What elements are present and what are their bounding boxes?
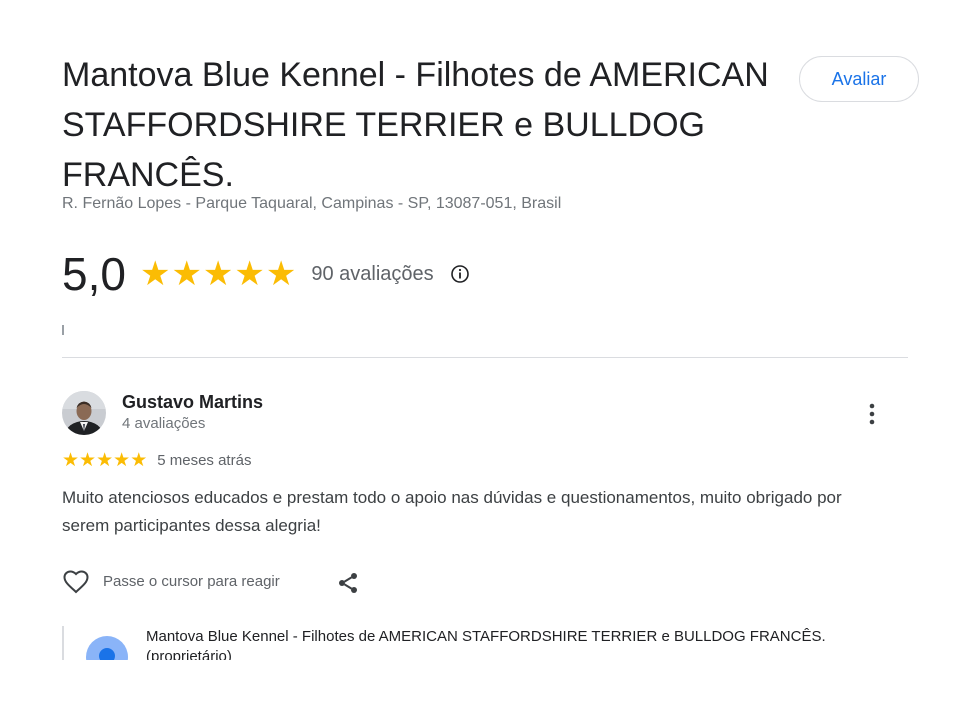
rating-stars: ★ ★ ★ ★ ★ (140, 257, 297, 291)
owner-avatar-dot (99, 648, 115, 660)
star-icon: ★ (113, 449, 131, 471)
more-options-button[interactable] (858, 400, 886, 428)
rate-button[interactable]: Avaliar (799, 56, 919, 102)
star-icon: ★ (62, 449, 80, 471)
review-stars: ★ ★ ★ ★ ★ (62, 451, 147, 470)
reviewer-name[interactable]: Gustavo Martins (122, 392, 263, 413)
info-icon[interactable] (450, 264, 470, 284)
user-avatar[interactable] (62, 391, 106, 435)
reviewer-review-count: 4 avaliações (122, 415, 206, 432)
react-hint: Passe o cursor para reagir (103, 573, 280, 590)
review-meta: ★ ★ ★ ★ ★ 5 meses atrás (62, 449, 251, 471)
review-text: Muito atenciosos educados e prestam todo… (62, 488, 842, 535)
share-button[interactable] (334, 569, 362, 597)
heart-outline-icon (63, 570, 89, 594)
owner-reply: Mantova Blue Kennel - Filhotes de AMERIC… (62, 626, 922, 660)
rating-summary: 5,0 ★ ★ ★ ★ ★ 90 avaliações (62, 244, 470, 304)
section-divider (62, 357, 908, 358)
star-icon: ★ (202, 255, 234, 293)
more-vert-icon (869, 403, 875, 425)
review-count-link[interactable]: 90 avaliações (311, 263, 433, 286)
like-button[interactable] (62, 568, 90, 596)
histogram-stub (62, 325, 64, 335)
owner-reply-name: Mantova Blue Kennel - Filhotes de AMERIC… (146, 628, 826, 660)
star-icon: ★ (171, 255, 202, 293)
star-icon: ★ (96, 449, 114, 471)
review-time: 5 meses atrás (157, 451, 252, 469)
reply-bar (62, 626, 64, 660)
star-icon: ★ (79, 449, 97, 471)
share-icon (339, 573, 357, 593)
owner-avatar (86, 636, 128, 660)
star-icon: ★ (265, 255, 297, 293)
star-icon: ★ (139, 255, 171, 293)
business-title: Mantova Blue Kennel - Filhotes de AMERIC… (62, 56, 769, 194)
star-icon: ★ (234, 255, 265, 293)
rating-value: 5,0 (62, 248, 126, 300)
business-address: R. Fernão Lopes - Parque Taquaral, Campi… (62, 195, 562, 212)
star-icon: ★ (130, 449, 148, 471)
